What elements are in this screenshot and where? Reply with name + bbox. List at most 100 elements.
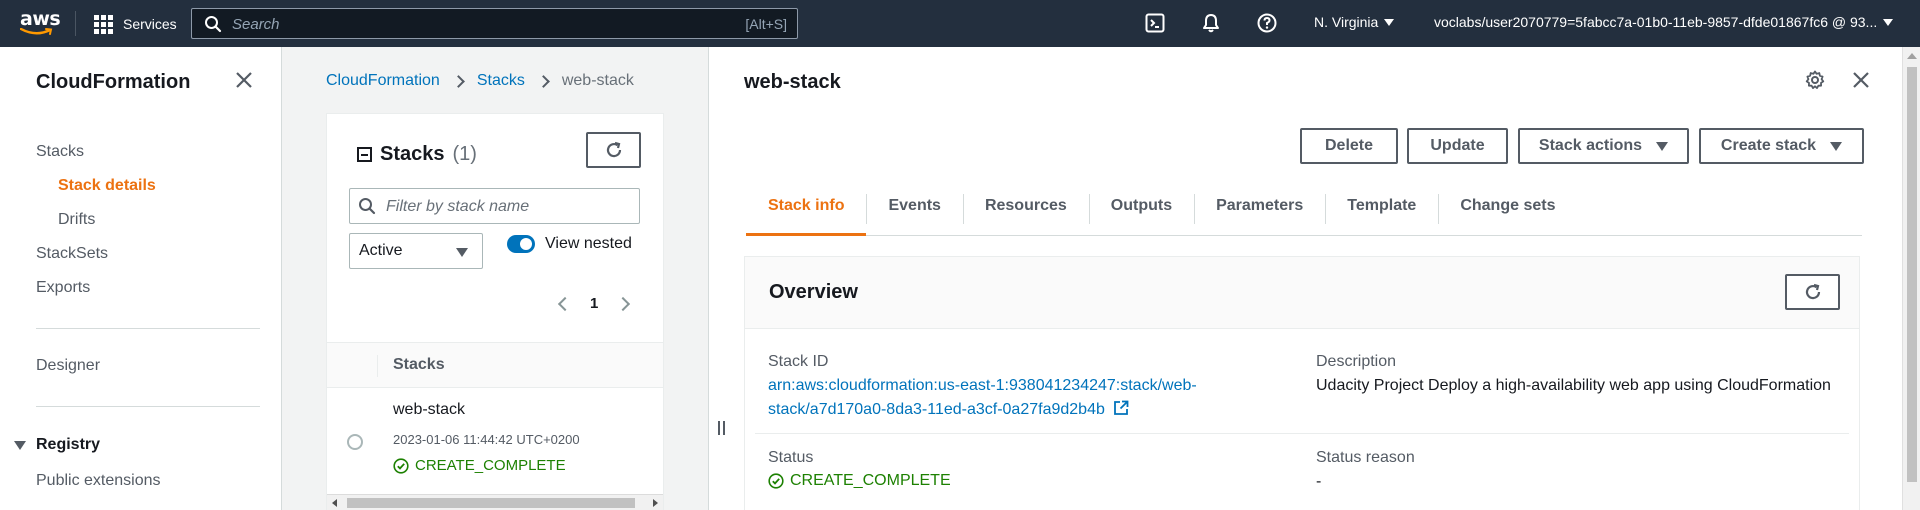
nav-item-exports[interactable]: Exports	[36, 279, 90, 297]
breadcrumb-cloudformation[interactable]: CloudFormation	[326, 72, 440, 90]
gear-icon	[1805, 70, 1825, 89]
breadcrumb: CloudFormation Stacks web-stack	[326, 72, 634, 90]
tab-parameters[interactable]: Parameters	[1194, 177, 1325, 235]
refresh-icon	[606, 141, 621, 158]
filter-stacks-input[interactable]: Filter by stack name	[349, 188, 640, 224]
services-label: Services	[123, 16, 177, 32]
search-icon	[359, 198, 376, 215]
services-grid-icon	[94, 14, 113, 34]
stack-id-label: Stack ID	[768, 353, 829, 370]
current-page-number[interactable]: 1	[590, 295, 598, 312]
scroll-up-arrow-icon[interactable]	[1907, 53, 1917, 59]
topbar-divider	[75, 11, 76, 36]
update-label: Update	[1430, 137, 1485, 154]
overview-title: Overview	[769, 281, 858, 303]
aws-logo[interactable]: aws	[20, 10, 61, 38]
tab-resources[interactable]: Resources	[962, 177, 1089, 235]
side-navigation: CloudFormation Stacks Stack details Drif…	[0, 47, 282, 510]
create-stack-button[interactable]: Create stack	[1699, 128, 1864, 164]
stack-name-link[interactable]: web-stack	[393, 401, 465, 419]
view-nested-label: View nested	[545, 235, 632, 252]
status-filter-select[interactable]: Active	[349, 233, 483, 269]
scroll-left-arrow-icon[interactable]	[332, 499, 337, 507]
delete-button[interactable]: Delete	[1300, 128, 1398, 164]
overview-header	[745, 257, 1859, 329]
nav-item-stack-details[interactable]: Stack details	[58, 177, 156, 195]
help-icon[interactable]	[1255, 11, 1279, 35]
view-nested-toggle[interactable]	[507, 235, 535, 253]
tab-stack-info[interactable]: Stack info	[746, 177, 867, 236]
global-search-input[interactable]: Search [Alt+S]	[191, 8, 798, 39]
breadcrumb-stacks[interactable]: Stacks	[477, 72, 525, 90]
tab-template[interactable]: Template	[1325, 177, 1438, 235]
status-reason-value: -	[1316, 473, 1322, 490]
success-check-icon	[768, 473, 784, 489]
refresh-stacks-button[interactable]	[586, 132, 641, 168]
tab-change-sets[interactable]: Change sets	[1438, 177, 1577, 235]
cloudshell-icon[interactable]	[1143, 11, 1167, 35]
stacks-title: Stacks	[380, 143, 445, 165]
update-button[interactable]: Update	[1407, 128, 1508, 164]
region-selector[interactable]: N. Virginia	[1314, 14, 1395, 30]
stack-actions-button[interactable]: Stack actions	[1518, 128, 1689, 164]
nav-section-registry[interactable]: Registry	[14, 436, 100, 454]
close-icon	[1853, 72, 1869, 88]
stack-list-panel: CloudFormation Stacks web-stack Stacks (…	[282, 47, 708, 510]
pagination: 1	[557, 295, 631, 312]
top-navigation-bar: aws Services Search [Alt+S] N. Virginia …	[0, 0, 1920, 47]
nav-divider	[36, 406, 260, 407]
next-page-icon[interactable]	[616, 296, 631, 311]
nav-item-drifts[interactable]: Drifts	[58, 211, 95, 229]
page-title: web-stack	[744, 71, 841, 93]
detail-tabs: Stack info Events Resources Outputs Para…	[746, 177, 1862, 236]
services-menu-button[interactable]: Services	[94, 13, 177, 35]
caret-down-icon	[1384, 18, 1395, 26]
refresh-overview-button[interactable]	[1785, 274, 1840, 310]
nav-item-public-extensions[interactable]: Public extensions	[36, 472, 161, 490]
stack-status: CREATE_COMPLETE	[393, 457, 566, 474]
stacks-header: Stacks (1)	[357, 143, 477, 166]
close-detail-button[interactable]	[1852, 71, 1870, 94]
close-navigation-button[interactable]	[235, 71, 253, 94]
stacks-table-container: Stacks (1) Filter by stack name Active V…	[326, 113, 664, 510]
scrollbar-thumb[interactable]	[347, 498, 635, 508]
table-row[interactable]: web-stack 2023-01-06 11:44:42 UTC+0200 C…	[327, 388, 663, 488]
nav-divider	[36, 328, 260, 329]
tab-events[interactable]: Events	[866, 177, 962, 235]
overview-divider	[755, 433, 1849, 434]
caret-down-icon	[1883, 18, 1894, 26]
scroll-right-arrow-icon[interactable]	[653, 499, 658, 507]
tab-outputs[interactable]: Outputs	[1088, 177, 1194, 235]
status-reason-label: Status reason	[1316, 449, 1415, 466]
stack-status-text: CREATE_COMPLETE	[415, 457, 566, 474]
column-divider	[377, 355, 378, 377]
preferences-button[interactable]	[1805, 70, 1825, 95]
close-icon	[236, 72, 252, 88]
chevron-right-icon	[451, 74, 465, 88]
row-select-radio[interactable]	[347, 434, 363, 450]
scrollbar-thumb[interactable]	[1907, 67, 1917, 482]
drag-handle-icon[interactable]	[718, 421, 725, 435]
caret-down-icon	[14, 440, 26, 450]
description-label: Description	[1316, 353, 1397, 370]
nav-section-label: Registry	[36, 436, 101, 453]
stacks-count: (1)	[452, 143, 477, 165]
horizontal-scrollbar[interactable]	[327, 494, 663, 510]
panel-splitter[interactable]	[708, 47, 732, 510]
nav-item-designer[interactable]: Designer	[36, 357, 100, 375]
stack-detail-panel: web-stack Delete Update Stack actions Cr…	[732, 47, 1920, 510]
stack-id-link[interactable]: arn:aws:cloudformation:us-east-1:9380412…	[768, 374, 1208, 422]
caret-down-icon	[1656, 141, 1669, 151]
nav-item-stacksets[interactable]: StackSets	[36, 245, 108, 263]
view-nested-toggle-group: View nested	[507, 235, 632, 253]
notifications-bell-icon[interactable]	[1199, 11, 1223, 35]
previous-page-icon[interactable]	[557, 296, 573, 311]
vertical-scrollbar[interactable]	[1902, 47, 1920, 510]
status-label: Status	[768, 449, 814, 466]
delete-label: Delete	[1324, 137, 1374, 154]
collapse-icon[interactable]	[357, 147, 372, 162]
caret-down-icon	[456, 248, 468, 257]
column-header-stacks[interactable]: Stacks	[393, 356, 445, 374]
nav-item-stacks[interactable]: Stacks	[36, 143, 84, 161]
account-menu[interactable]: voclabs/user2070779=5fabcc7a-01b0-11eb-9…	[1434, 14, 1894, 30]
